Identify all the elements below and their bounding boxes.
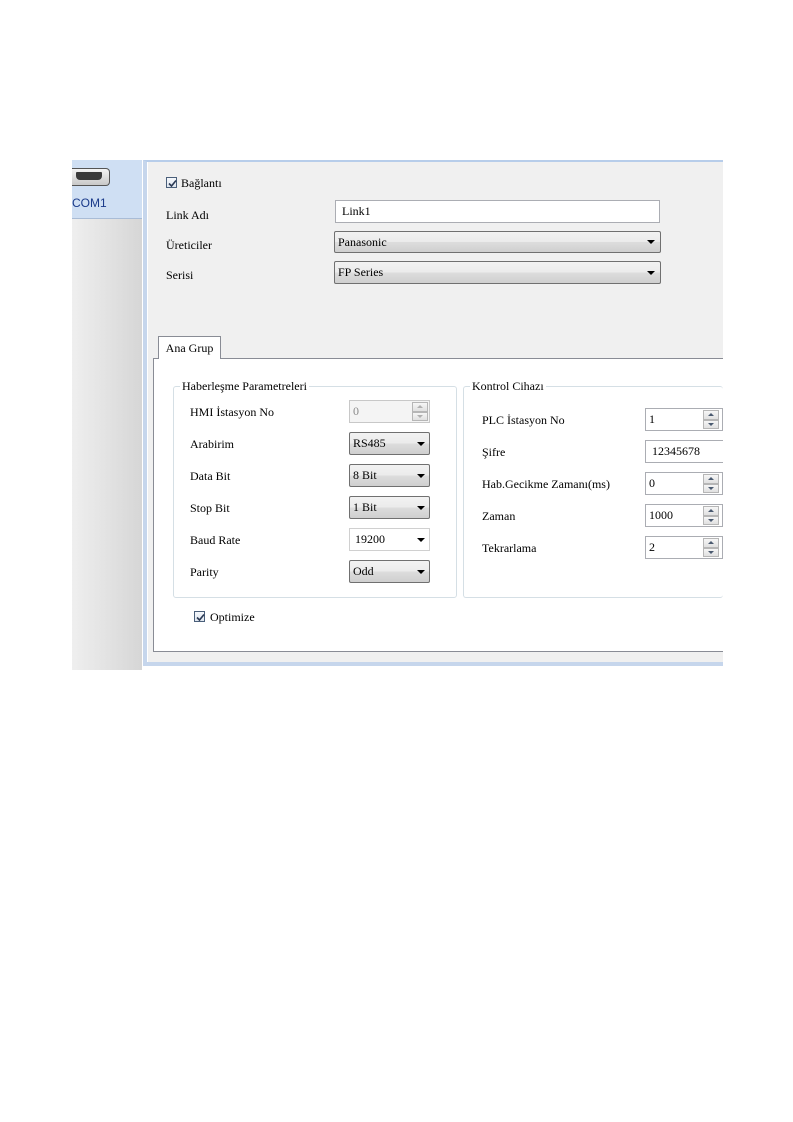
- device-port-label: COM1: [72, 196, 107, 210]
- spin-buttons: [412, 402, 428, 421]
- link-name-label: Link Adı: [166, 208, 210, 222]
- manufacturer-select[interactable]: Panasonic: [334, 231, 661, 253]
- device-list-panel: [72, 160, 142, 670]
- link-enabled-label: Bağlantı: [181, 176, 222, 190]
- hmi-station-value: 0: [353, 404, 359, 418]
- chevron-down-icon: [647, 270, 655, 275]
- series-select[interactable]: FP Series: [334, 261, 661, 284]
- optimize-label: Optimize: [210, 610, 255, 624]
- timeout-value: 1000: [649, 508, 673, 522]
- series-label: Serisi: [166, 268, 194, 282]
- comm-delay-spinner[interactable]: 0: [645, 472, 723, 495]
- plc-station-spinner[interactable]: 1: [645, 408, 723, 431]
- chevron-down-icon: [647, 240, 655, 244]
- password-label: Şifre: [482, 445, 506, 459]
- optimize-checkbox[interactable]: [194, 611, 205, 622]
- hmi-station-label: HMI İstasyon No: [190, 405, 274, 419]
- spin-buttons: [703, 474, 719, 493]
- stop-bit-value: 1 Bit: [353, 500, 377, 514]
- chevron-down-icon: [417, 505, 425, 510]
- interface-value: RS485: [353, 436, 386, 450]
- manufacturer-value: Panasonic: [338, 234, 387, 249]
- spin-buttons: [703, 506, 719, 525]
- check-icon: [168, 179, 177, 188]
- spin-down-icon[interactable]: [703, 419, 719, 429]
- chevron-down-icon: [417, 537, 425, 542]
- spin-buttons: [703, 410, 719, 429]
- tab-label: Ana Grup: [165, 340, 214, 355]
- data-bit-value: 8 Bit: [353, 468, 377, 482]
- data-bit-label: Data Bit: [190, 469, 231, 483]
- link-enabled-checkbox[interactable]: [166, 177, 177, 188]
- spin-up-icon[interactable]: [412, 402, 428, 412]
- baud-rate-value: 19200: [355, 532, 385, 546]
- hmi-station-spinner[interactable]: 0: [349, 400, 430, 423]
- password-input[interactable]: 12345678: [645, 440, 723, 463]
- link-name-input[interactable]: Link1: [335, 200, 660, 223]
- stop-bit-select[interactable]: 1 Bit: [349, 496, 430, 519]
- retry-spinner[interactable]: 2: [645, 536, 723, 559]
- parity-select[interactable]: Odd: [349, 560, 430, 583]
- spin-buttons: [703, 538, 719, 557]
- check-icon: [196, 613, 205, 622]
- retry-value: 2: [649, 540, 655, 554]
- spin-up-icon[interactable]: [703, 474, 719, 484]
- manufacturer-label: Üreticiler: [166, 238, 212, 252]
- data-bit-select[interactable]: 8 Bit: [349, 464, 430, 487]
- spin-up-icon[interactable]: [703, 410, 719, 420]
- link-name-value: Link1: [342, 204, 371, 218]
- retry-label: Tekrarlama: [482, 541, 537, 555]
- chevron-down-icon: [417, 473, 425, 478]
- spin-up-icon[interactable]: [703, 506, 719, 516]
- stop-bit-label: Stop Bit: [190, 501, 230, 515]
- serial-port-pins: [76, 172, 102, 180]
- comm-params-title: Haberleşme Parametreleri: [180, 379, 309, 394]
- spin-down-icon[interactable]: [703, 547, 719, 557]
- device-list-divider: [72, 218, 142, 219]
- plc-station-value: 1: [649, 412, 655, 426]
- chevron-down-icon: [417, 569, 425, 574]
- comm-delay-label: Hab.Gecikme Zamanı(ms): [482, 477, 610, 491]
- interface-label: Arabirim: [190, 437, 234, 451]
- parity-label: Parity: [190, 565, 219, 579]
- timeout-label: Zaman: [482, 509, 516, 523]
- spin-down-icon[interactable]: [703, 483, 719, 493]
- comm-delay-value: 0: [649, 476, 655, 490]
- baud-rate-label: Baud Rate: [190, 533, 241, 547]
- parity-value: Odd: [353, 564, 374, 578]
- baud-rate-select[interactable]: 19200: [349, 528, 430, 551]
- plc-station-label: PLC İstasyon No: [482, 413, 565, 427]
- password-value: 12345678: [652, 444, 700, 458]
- timeout-spinner[interactable]: 1000: [645, 504, 723, 527]
- spin-down-icon[interactable]: [703, 515, 719, 525]
- controller-title: Kontrol Cihazı: [470, 379, 546, 394]
- series-value: FP Series: [338, 265, 384, 279]
- spin-up-icon[interactable]: [703, 538, 719, 548]
- tab-ana-grup[interactable]: Ana Grup: [158, 336, 221, 359]
- interface-select[interactable]: RS485: [349, 432, 430, 455]
- chevron-down-icon: [417, 441, 425, 446]
- spin-down-icon[interactable]: [412, 411, 428, 421]
